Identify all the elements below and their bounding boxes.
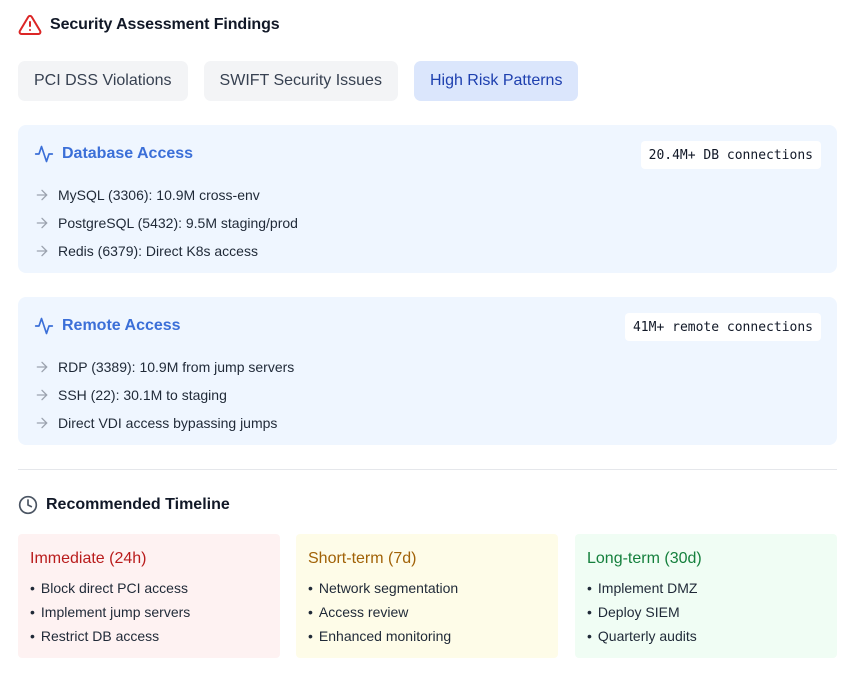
database-access-panel: Database Access 20.4M+ DB connections My… bbox=[18, 125, 837, 273]
page-title: Security Assessment Findings bbox=[50, 16, 280, 33]
timeline-card-long-term: Long-term (30d) Implement DMZ Deploy SIE… bbox=[575, 534, 837, 658]
list-item: Enhanced monitoring bbox=[308, 624, 546, 648]
activity-icon bbox=[34, 144, 54, 164]
activity-icon bbox=[34, 316, 54, 336]
list-item: Direct VDI access bypassing jumps bbox=[34, 409, 294, 437]
connection-count-badge: 41M+ remote connections bbox=[624, 313, 821, 341]
list-item: Access review bbox=[308, 600, 546, 624]
tab-high-risk-patterns[interactable]: High Risk Patterns bbox=[413, 61, 579, 101]
list-item: PostgreSQL (5432): 9.5M staging/prod bbox=[34, 209, 298, 237]
list-item: Restrict DB access bbox=[30, 624, 268, 648]
page-header: Security Assessment Findings bbox=[18, 13, 280, 37]
list-item: Deploy SIEM bbox=[587, 600, 825, 624]
list-item-text: Direct VDI access bypassing jumps bbox=[58, 415, 278, 431]
timeline-card-title: Long-term (30d) bbox=[587, 550, 702, 567]
list-item-text: MySQL (3306): 10.9M cross-env bbox=[58, 187, 260, 203]
tab-bar: PCI DSS Violations SWIFT Security Issues… bbox=[18, 61, 579, 101]
list-item: Block direct PCI access bbox=[30, 576, 268, 600]
finding-list: MySQL (3306): 10.9M cross-env PostgreSQL… bbox=[34, 181, 298, 265]
finding-list: RDP (3389): 10.9M from jump servers SSH … bbox=[34, 353, 294, 437]
timeline-card-title: Immediate (24h) bbox=[30, 550, 147, 567]
timeline-card-title: Short-term (7d) bbox=[308, 550, 417, 567]
list-item: RDP (3389): 10.9M from jump servers bbox=[34, 353, 294, 381]
connection-count-badge: 20.4M+ DB connections bbox=[640, 141, 821, 169]
list-item: MySQL (3306): 10.9M cross-env bbox=[34, 181, 298, 209]
list-item: Redis (6379): Direct K8s access bbox=[34, 237, 298, 265]
list-item-text: PostgreSQL (5432): 9.5M staging/prod bbox=[58, 215, 298, 231]
panel-title-label: Remote Access bbox=[62, 317, 181, 334]
arrow-right-icon bbox=[34, 215, 50, 231]
section-divider bbox=[18, 469, 837, 470]
timeline-card-list: Block direct PCI access Implement jump s… bbox=[30, 576, 268, 648]
timeline-header: Recommended Timeline bbox=[18, 495, 230, 515]
clock-icon bbox=[18, 495, 38, 515]
list-item: Quarterly audits bbox=[587, 624, 825, 648]
warning-triangle-icon bbox=[18, 13, 42, 37]
list-item: Implement jump servers bbox=[30, 600, 268, 624]
timeline-card-list: Network segmentation Access review Enhan… bbox=[308, 576, 546, 648]
remote-access-panel: Remote Access 41M+ remote connections RD… bbox=[18, 297, 837, 445]
panel-title: Database Access bbox=[34, 144, 193, 164]
arrow-right-icon bbox=[34, 359, 50, 375]
tab-pci-dss-violations[interactable]: PCI DSS Violations bbox=[18, 61, 188, 101]
list-item: Implement DMZ bbox=[587, 576, 825, 600]
timeline-card-short-term: Short-term (7d) Network segmentation Acc… bbox=[296, 534, 558, 658]
arrow-right-icon bbox=[34, 387, 50, 403]
timeline-card-list: Implement DMZ Deploy SIEM Quarterly audi… bbox=[587, 576, 825, 648]
list-item-text: RDP (3389): 10.9M from jump servers bbox=[58, 359, 295, 375]
list-item-text: SSH (22): 30.1M to staging bbox=[58, 387, 227, 403]
list-item: SSH (22): 30.1M to staging bbox=[34, 381, 294, 409]
list-item: Network segmentation bbox=[308, 576, 546, 600]
arrow-right-icon bbox=[34, 187, 50, 203]
tab-swift-security-issues[interactable]: SWIFT Security Issues bbox=[203, 61, 398, 101]
timeline-title: Recommended Timeline bbox=[46, 496, 230, 513]
list-item-text: Redis (6379): Direct K8s access bbox=[58, 243, 258, 259]
panel-title-label: Database Access bbox=[62, 145, 194, 162]
arrow-right-icon bbox=[34, 415, 50, 431]
arrow-right-icon bbox=[34, 243, 50, 259]
timeline-card-immediate: Immediate (24h) Block direct PCI access … bbox=[18, 534, 280, 658]
panel-title: Remote Access bbox=[34, 316, 181, 336]
